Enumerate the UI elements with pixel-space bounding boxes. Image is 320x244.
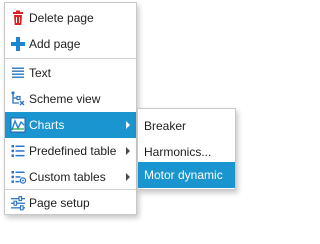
custom-table-icon xyxy=(9,168,27,186)
submenu-item-label: Harmonics... xyxy=(144,145,212,159)
menu-item-label: Charts xyxy=(29,118,65,132)
menu-item-text[interactable]: Text xyxy=(5,60,136,86)
scheme-icon xyxy=(9,90,27,108)
menu-item-add-page[interactable]: Add page xyxy=(5,31,136,57)
submenu-arrow-icon xyxy=(126,147,130,155)
menu-item-label: Delete page xyxy=(29,11,94,25)
submenu-item-label: Motor dynamic xyxy=(144,168,223,182)
menu-item-charts[interactable]: Charts xyxy=(5,112,136,138)
menu-item-label: Custom tables xyxy=(29,170,106,184)
submenu-item-breaker[interactable]: Breaker xyxy=(138,113,235,139)
menu-item-label: Scheme view xyxy=(29,92,101,106)
menu-item-delete-page[interactable]: Delete page xyxy=(5,5,136,31)
charts-submenu: Breaker Harmonics... Motor dynamic xyxy=(137,108,236,190)
sliders-icon xyxy=(9,194,27,212)
chart-icon xyxy=(9,116,27,134)
menu-item-label: Page setup xyxy=(29,196,90,210)
trash-icon xyxy=(9,9,27,27)
submenu-item-motor-dynamic[interactable]: Motor dynamic xyxy=(138,162,235,188)
menu-item-scheme-view[interactable]: Scheme view xyxy=(5,86,136,112)
menu-separator xyxy=(5,58,136,59)
submenu-arrow-icon xyxy=(126,173,130,181)
menu-item-predefined-table[interactable]: Predefined table xyxy=(5,138,136,164)
submenu-arrow-icon xyxy=(126,121,130,129)
context-menu: Delete page Add page Text Scheme view Ch… xyxy=(4,2,137,215)
text-lines-icon xyxy=(9,64,27,82)
menu-item-page-setup[interactable]: Page setup xyxy=(5,190,136,216)
plus-icon xyxy=(9,35,27,53)
menu-item-label: Predefined table xyxy=(29,144,117,158)
list-icon xyxy=(9,142,27,160)
menu-item-custom-tables[interactable]: Custom tables xyxy=(5,164,136,190)
menu-item-label: Add page xyxy=(29,37,81,51)
menu-item-label: Text xyxy=(29,66,52,80)
submenu-item-label: Breaker xyxy=(144,119,187,133)
